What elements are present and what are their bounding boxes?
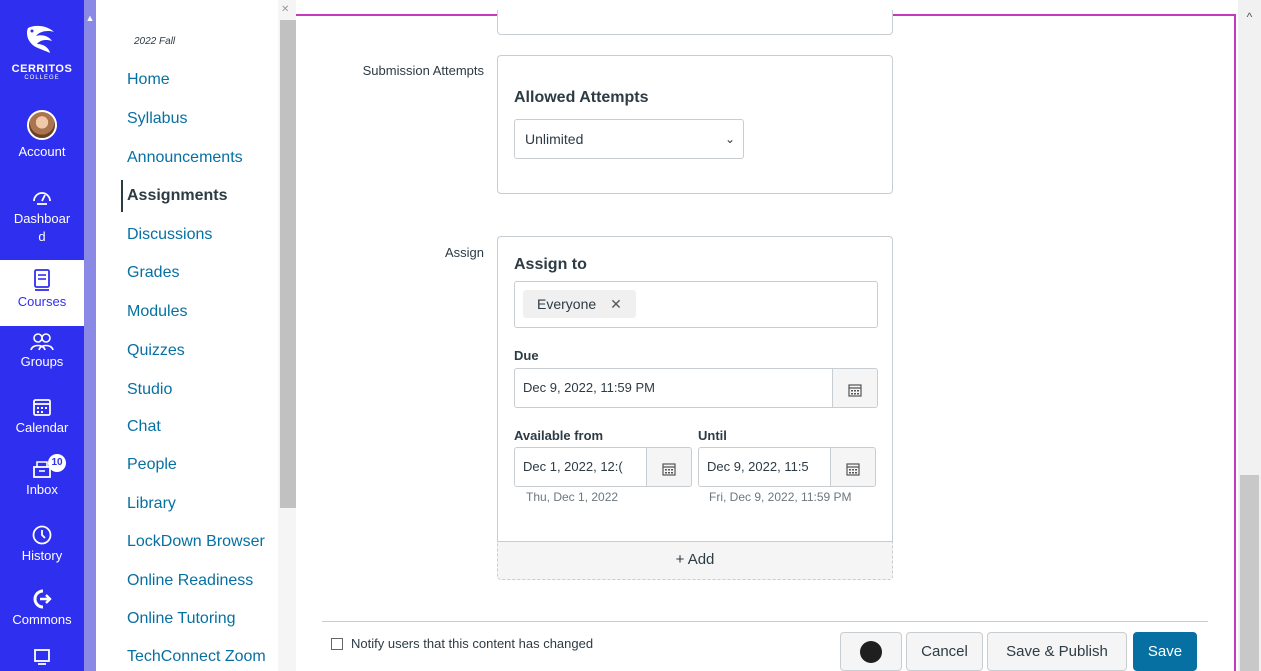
available-from-input[interactable]: Dec 1, 2022, 12:( <box>514 447 692 487</box>
page-scroll-up-icon[interactable]: ^ <box>1238 10 1261 24</box>
until-value: Dec 9, 2022, 11:5 <box>707 459 809 474</box>
nav-account-label: Account <box>18 144 66 159</box>
available-from-value: Dec 1, 2022, 12:( <box>523 459 623 474</box>
submission-attempts-box: Allowed Attempts Unlimited ⌄ <box>497 55 893 194</box>
save-button[interactable]: Save <box>1133 632 1197 671</box>
course-link-online-readiness[interactable]: Online Readiness <box>127 572 253 590</box>
due-date-value: Dec 9, 2022, 11:59 PM <box>523 380 656 395</box>
assign-box: Assign to Everyone ✕ Due Dec 9, 2022, 11:… <box>497 236 893 542</box>
allowed-attempts-title: Allowed Attempts <box>514 89 649 106</box>
until-calendar-button[interactable] <box>830 448 875 486</box>
inbox-badge: 10 <box>48 454 66 472</box>
previous-option-box <box>497 10 893 35</box>
submission-attempts-label: Submission Attempts <box>362 63 484 78</box>
notify-users-checkbox[interactable]: Notify users that this content has chang… <box>331 636 593 651</box>
avatar <box>27 110 57 140</box>
logo-text: CERRITOS <box>11 63 73 75</box>
course-link-assignments[interactable]: Assignments <box>121 180 227 212</box>
allowed-attempts-value: Unlimited <box>525 131 584 147</box>
course-link-lockdown-browser[interactable]: LockDown Browser <box>127 533 265 551</box>
nav-inbox-label: Inbox <box>26 482 58 497</box>
nav-history-label: History <box>21 548 63 563</box>
everyone-chip-label: Everyone <box>537 296 597 312</box>
add-label: + Add <box>675 551 715 568</box>
course-link-people[interactable]: People <box>127 456 177 474</box>
available-from-hint: Thu, Dec 1, 2022 <box>526 490 619 504</box>
nav-dashboard[interactable]: Dashboard <box>0 186 84 246</box>
course-link-quizzes[interactable]: Quizzes <box>127 342 185 360</box>
nav-dashboard-label: Dashboard <box>13 211 71 244</box>
course-link-online-tutoring[interactable]: Online Tutoring <box>127 610 236 628</box>
commons-icon <box>33 589 52 609</box>
until-hint: Fri, Dec 9, 2022, 11:59 PM <box>709 490 852 504</box>
nav-commons-label: Commons <box>12 612 72 627</box>
calendar-icon <box>662 462 676 476</box>
assign-to-title: Assign to <box>514 256 587 273</box>
pencil-bubble-icon <box>860 641 882 664</box>
nav-courses[interactable]: Courses <box>0 260 84 326</box>
editor-assist-button[interactable] <box>840 632 902 671</box>
allowed-attempts-select[interactable]: Unlimited ⌄ <box>514 119 744 159</box>
calendar-icon <box>846 462 860 476</box>
checkbox-icon[interactable] <box>331 638 343 650</box>
collapse-icon[interactable]: ✕ <box>281 4 289 15</box>
course-nav-scroll-thumb[interactable] <box>280 20 296 508</box>
groups-icon <box>30 333 54 351</box>
page-scroll-thumb[interactable] <box>1240 475 1259 671</box>
nav-history[interactable]: History <box>0 524 84 563</box>
nav-calendar-label: Calendar <box>15 420 69 435</box>
term-label: 2022 Fall <box>134 36 176 47</box>
calendar-icon <box>33 399 51 416</box>
courses-icon <box>34 269 50 291</box>
nav-commons[interactable]: Commons <box>0 588 84 627</box>
nav-inbox[interactable]: 10 Inbox <box>0 454 84 497</box>
course-navigation: 2022 Fall Home Syllabus Announcements As… <box>96 0 278 671</box>
college-logo[interactable]: CERRITOS COLLEGE <box>0 22 84 81</box>
course-link-techconnect-zoom[interactable]: TechConnect Zoom <box>127 648 266 666</box>
remove-chip-icon[interactable]: ✕ <box>610 296 622 312</box>
course-link-modules[interactable]: Modules <box>127 303 187 321</box>
studio-icon <box>34 649 50 665</box>
nav-courses-label: Courses <box>17 294 67 309</box>
course-link-discussions[interactable]: Discussions <box>127 226 212 244</box>
course-link-syllabus[interactable]: Syllabus <box>127 110 187 128</box>
until-input[interactable]: Dec 9, 2022, 11:5 <box>698 447 876 487</box>
save-and-publish-button[interactable]: Save & Publish <box>987 632 1127 671</box>
footer-divider <box>322 621 1208 622</box>
notify-users-label: Notify users that this content has chang… <box>351 636 594 651</box>
course-link-grades[interactable]: Grades <box>127 264 179 282</box>
cancel-button[interactable]: Cancel <box>906 632 983 671</box>
due-label: Due <box>514 348 539 363</box>
until-label: Until <box>698 428 727 443</box>
nav-account[interactable]: Account <box>0 110 84 159</box>
bird-logo-icon <box>26 25 54 53</box>
available-calendar-button[interactable] <box>646 448 691 486</box>
assign-to-field[interactable]: Everyone ✕ <box>514 281 878 328</box>
global-nav-scrollbar[interactable] <box>84 0 96 671</box>
course-link-announcements[interactable]: Announcements <box>127 149 243 167</box>
nav-groups[interactable]: Groups <box>0 332 84 369</box>
due-calendar-button[interactable] <box>832 369 877 407</box>
nav-calendar[interactable]: Calendar <box>0 396 84 435</box>
due-date-input[interactable]: Dec 9, 2022, 11:59 PM <box>514 368 878 408</box>
nav-groups-label: Groups <box>20 354 64 369</box>
global-navigation: CERRITOS COLLEGE Account Dashboard Cours… <box>0 0 84 671</box>
add-assignee-button[interactable]: + Add <box>497 541 893 580</box>
calendar-icon <box>848 383 862 397</box>
logo-subtext: COLLEGE <box>24 75 60 81</box>
assign-label: Assign <box>444 245 484 260</box>
course-link-studio[interactable]: Studio <box>127 381 172 399</box>
dashboard-icon <box>33 192 51 205</box>
scroll-up-icon[interactable]: ▲ <box>84 12 96 24</box>
everyone-chip[interactable]: Everyone ✕ <box>523 290 636 318</box>
course-link-chat[interactable]: Chat <box>127 418 161 436</box>
course-link-home[interactable]: Home <box>127 71 170 89</box>
chevron-down-icon: ⌄ <box>724 132 735 146</box>
nav-more[interactable] <box>0 646 84 668</box>
course-link-library[interactable]: Library <box>127 495 176 513</box>
history-icon <box>32 525 52 545</box>
available-from-label: Available from <box>514 428 604 443</box>
